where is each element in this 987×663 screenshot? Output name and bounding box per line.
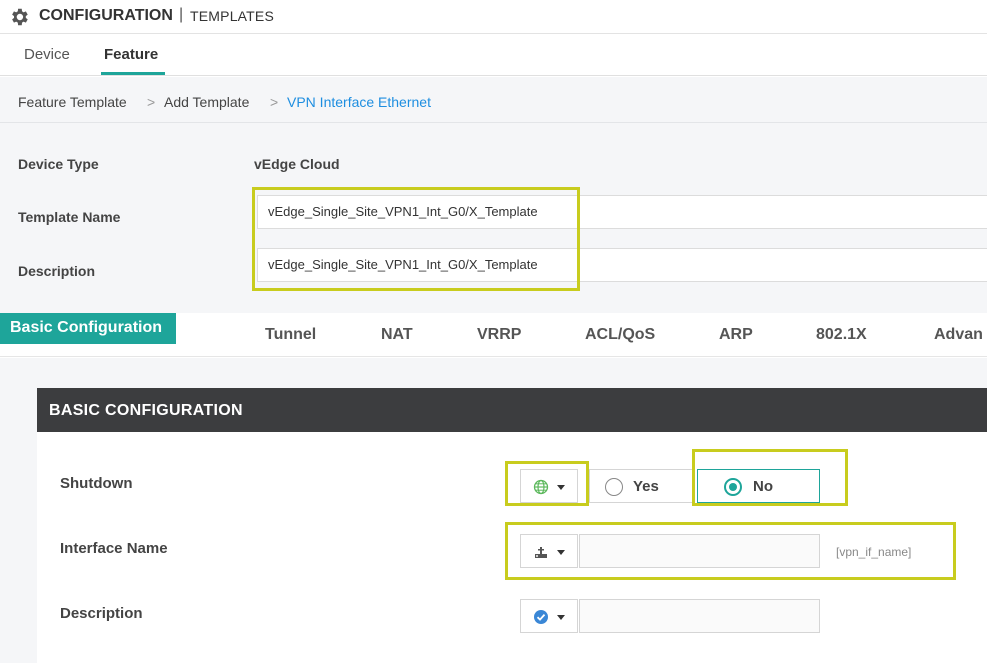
breadcrumb-feature-template[interactable]: Feature Template (18, 94, 127, 110)
page-subtitle: TEMPLATES (190, 8, 275, 24)
page-header: CONFIGURATION | TEMPLATES (0, 0, 987, 34)
device-type-value: vEdge Cloud (254, 156, 340, 172)
content-area: BASIC CONFIGURATION Shutdown Yes No Inte… (0, 358, 987, 663)
description-scope-dropdown[interactable] (520, 599, 578, 633)
chevron-down-icon (557, 615, 565, 620)
section-tabs: Basic Configuration Tunnel NAT VRRP ACL/… (0, 313, 987, 357)
tab-feature[interactable]: Feature (104, 46, 158, 63)
breadcrumb-current: VPN Interface Ethernet (287, 94, 431, 110)
basic-description-label: Description (60, 605, 143, 622)
description-label: Description (18, 263, 96, 279)
radio-yes-label: Yes (633, 478, 659, 495)
radio-yes[interactable] (605, 478, 623, 496)
template-name-label: Template Name (18, 209, 121, 225)
basic-description-input[interactable] (579, 599, 820, 633)
breadcrumb-separator: > (270, 94, 279, 110)
subtab-tunnel[interactable]: Tunnel (265, 326, 316, 344)
breadcrumb: Feature Template > Add Template > VPN In… (0, 77, 987, 123)
subtab-nat[interactable]: NAT (381, 326, 413, 344)
shutdown-label: Shutdown (60, 475, 133, 492)
breadcrumb-add-template[interactable]: Add Template (164, 94, 249, 110)
title-separator: | (179, 6, 184, 23)
breadcrumb-separator: > (147, 94, 156, 110)
active-tab-indicator (101, 72, 165, 75)
device-type-label: Device Type (18, 156, 99, 172)
check-circle-icon (534, 610, 548, 624)
panel-heading: BASIC CONFIGURATION (37, 388, 987, 432)
gear-icon (12, 8, 28, 26)
page-title: CONFIGURATION (39, 7, 173, 24)
highlight-shutdown-no (692, 449, 848, 506)
subtab-acl-qos[interactable]: ACL/QoS (585, 326, 655, 344)
subtab-basic-configuration[interactable]: Basic Configuration (0, 313, 176, 344)
highlight-shutdown-scope (505, 461, 589, 506)
shutdown-yes-option[interactable]: Yes (589, 469, 693, 503)
subtab-advanced[interactable]: Advan (934, 326, 983, 344)
highlight-template-fields (252, 187, 580, 291)
subtab-vrrp[interactable]: VRRP (477, 326, 521, 344)
tab-device[interactable]: Device (24, 46, 70, 63)
highlight-interface-name (505, 522, 956, 580)
interface-name-label: Interface Name (60, 540, 168, 557)
main-tabs: Device Feature (0, 34, 987, 76)
subtab-arp[interactable]: ARP (719, 326, 753, 344)
subtab-8021x[interactable]: 802.1X (816, 326, 867, 344)
